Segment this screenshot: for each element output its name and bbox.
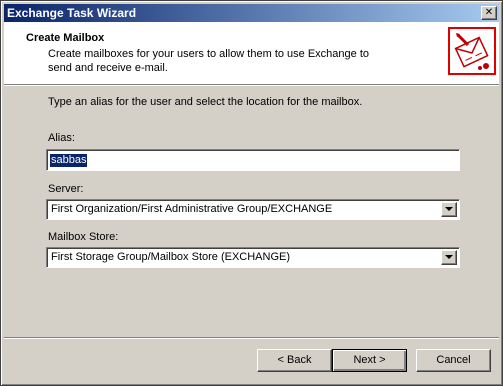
server-value: First Organization/First Administrative … [51, 203, 333, 215]
cancel-button[interactable]: Cancel [416, 349, 491, 372]
alias-value: sabbas [50, 154, 88, 167]
mailbox-store-value: First Storage Group/Mailbox Store (EXCHA… [51, 251, 291, 263]
instruction-text: Type an alias for the user and select th… [48, 96, 363, 108]
close-icon: ✕ [484, 7, 494, 18]
alias-input[interactable]: sabbas [46, 149, 460, 171]
page-description: Create mailboxes for your users to allow… [48, 48, 369, 74]
title-bar[interactable]: Exchange Task Wizard ✕ [4, 4, 499, 22]
mailbox-store-label: Mailbox Store: [48, 231, 119, 243]
chevron-down-icon [445, 207, 453, 211]
mailbox-wizard-icon [448, 27, 496, 75]
mailbox-store-dropdown-button[interactable] [441, 250, 457, 265]
alias-label: Alias: [48, 132, 75, 144]
mailbox-store-select[interactable]: First Storage Group/Mailbox Store (EXCHA… [46, 247, 460, 268]
server-dropdown-button[interactable] [441, 202, 457, 217]
footer-divider [4, 337, 499, 339]
chevron-down-icon [445, 255, 453, 259]
server-label: Server: [48, 183, 84, 195]
window-title: Exchange Task Wizard [7, 6, 137, 20]
header-divider [4, 84, 499, 86]
server-select[interactable]: First Organization/First Administrative … [46, 199, 460, 220]
wizard-header: Create Mailbox Create mailboxes for your… [4, 22, 499, 84]
next-button[interactable]: Next > [332, 349, 407, 372]
wizard-window: Exchange Task Wizard ✕ Create Mailbox Cr… [0, 0, 503, 386]
page-title: Create Mailbox [26, 32, 105, 44]
back-button[interactable]: < Back [257, 349, 332, 372]
close-button[interactable]: ✕ [481, 6, 497, 20]
